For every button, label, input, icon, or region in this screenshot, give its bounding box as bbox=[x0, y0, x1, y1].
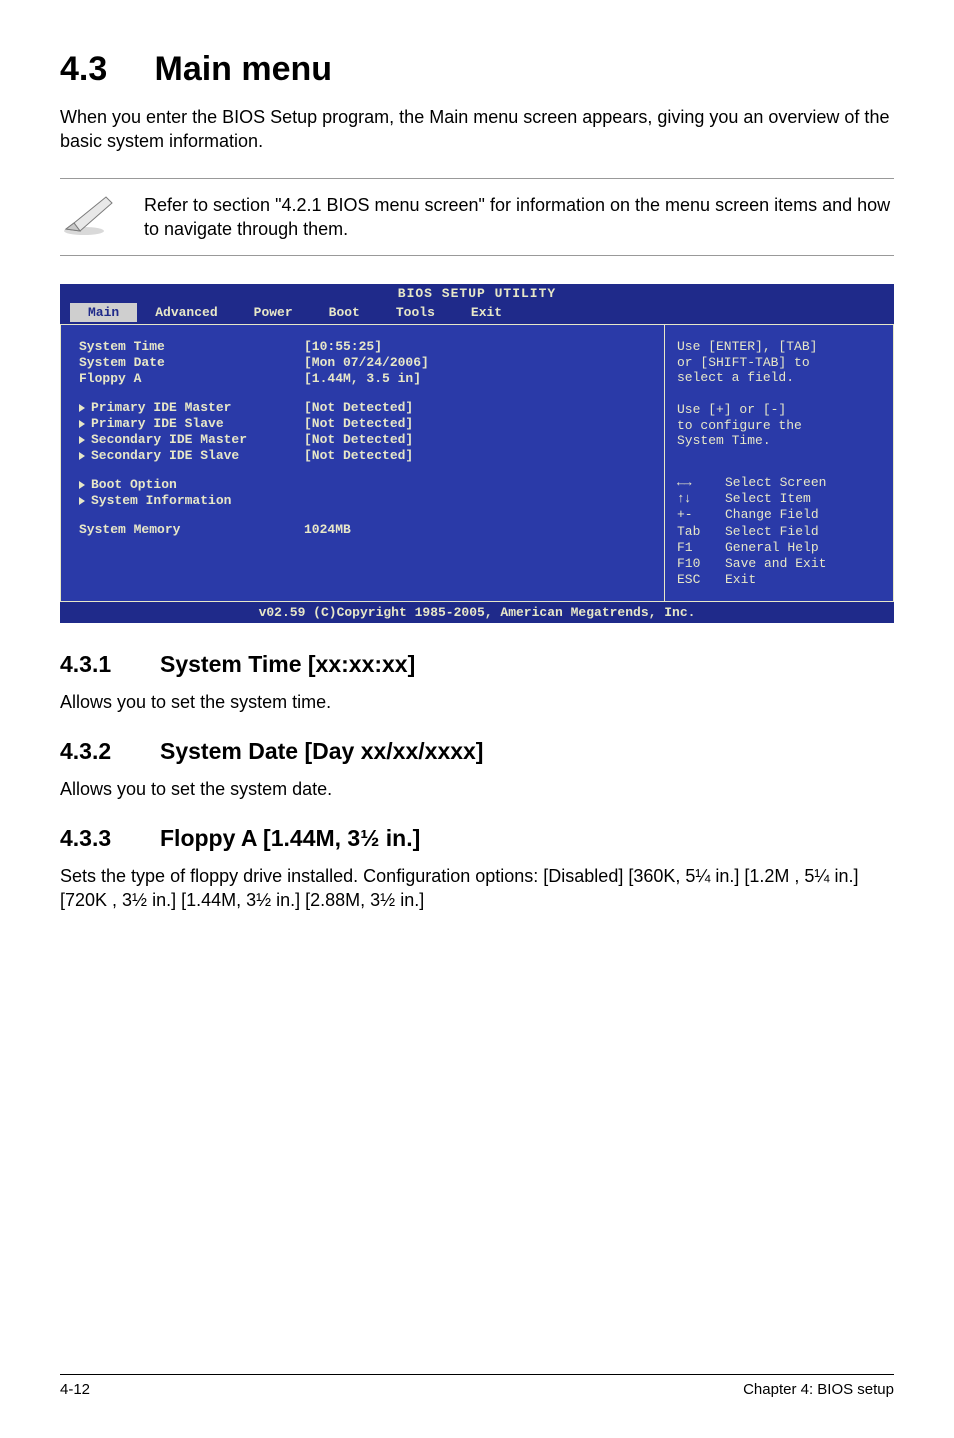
section-title-text: Main menu bbox=[155, 50, 333, 88]
label-sim: Secondary IDE Master bbox=[91, 432, 247, 447]
arrow-left-right-icon: ←→ bbox=[677, 475, 719, 491]
label-system-time: System Time bbox=[79, 339, 304, 354]
subsection-433-heading: 4.3.3 Floppy A [1.44M, 3½ in.] bbox=[60, 825, 894, 852]
row-secondary-ide-master[interactable]: Secondary IDE Master [Not Detected] bbox=[79, 432, 650, 447]
menu-advanced[interactable]: Advanced bbox=[137, 303, 235, 322]
arrow-up-down-icon: ↑↓ bbox=[677, 491, 719, 507]
note-text: Refer to section "4.2.1 BIOS menu screen… bbox=[144, 193, 894, 242]
label-boot-option: Boot Option bbox=[91, 477, 177, 492]
subsection-431-heading: 4.3.1 System Time [xx:xx:xx] bbox=[60, 651, 894, 678]
label-system-memory: System Memory bbox=[79, 522, 304, 537]
label-system-info: System Information bbox=[91, 493, 231, 508]
help-line: Use [ENTER], [TAB] bbox=[677, 339, 881, 355]
value-floppy-a: [1.44M, 3.5 in] bbox=[304, 371, 421, 386]
nav-f1-key: F1 bbox=[677, 540, 719, 556]
page-number: 4-12 bbox=[60, 1381, 90, 1398]
value-pis: [Not Detected] bbox=[304, 416, 413, 431]
help-line: System Time. bbox=[677, 433, 881, 449]
value-sim: [Not Detected] bbox=[304, 432, 413, 447]
menu-boot[interactable]: Boot bbox=[311, 303, 378, 322]
chevron-right-icon bbox=[79, 436, 85, 444]
intro-paragraph: When you enter the BIOS Setup program, t… bbox=[60, 105, 894, 154]
bios-help-pane: Use [ENTER], [TAB] or [SHIFT-TAB] to sel… bbox=[664, 324, 894, 601]
value-system-date: [Mon 07/24/2006] bbox=[304, 355, 429, 370]
help-block-2: Use [+] or [-] to configure the System T… bbox=[677, 402, 881, 449]
bios-left-pane: System Time [10:55:25] System Date [Mon … bbox=[60, 324, 664, 601]
help-nav: ←→ Select Screen ↑↓ Select Item +- Change F… bbox=[677, 475, 881, 589]
chevron-right-icon bbox=[79, 404, 85, 412]
subsection-431-number: 4.3.1 bbox=[60, 651, 160, 678]
subsection-433-title: Floppy A [1.44M, 3½ in.] bbox=[160, 825, 420, 852]
subsection-432-heading: 4.3.2 System Date [Day xx/xx/xxxx] bbox=[60, 738, 894, 765]
subsection-433-body: Sets the type of floppy drive installed.… bbox=[60, 864, 894, 913]
nav-f10-key: F10 bbox=[677, 556, 719, 572]
nav-tab-key: Tab bbox=[677, 524, 719, 540]
bios-screen: BIOS SETUP UTILITY Main Advanced Power B… bbox=[60, 284, 894, 622]
value-system-memory: 1024MB bbox=[304, 522, 351, 537]
label-sis: Secondary IDE Slave bbox=[91, 448, 239, 463]
bios-group-ide: Primary IDE Master [Not Detected] Primar… bbox=[79, 400, 650, 463]
chevron-right-icon bbox=[79, 420, 85, 428]
subsection-433-number: 4.3.3 bbox=[60, 825, 160, 852]
nav-tab-label: Select Field bbox=[725, 524, 819, 540]
subsection-431-title: System Time [xx:xx:xx] bbox=[160, 651, 415, 678]
value-system-time: [10:55:25] bbox=[304, 339, 382, 354]
subsection-432-title: System Date [Day xx/xx/xxxx] bbox=[160, 738, 483, 765]
row-primary-ide-master[interactable]: Primary IDE Master [Not Detected] bbox=[79, 400, 650, 415]
row-secondary-ide-slave[interactable]: Secondary IDE Slave [Not Detected] bbox=[79, 448, 650, 463]
help-block-1: Use [ENTER], [TAB] or [SHIFT-TAB] to sel… bbox=[677, 339, 881, 386]
help-line: Use [+] or [-] bbox=[677, 402, 881, 418]
help-line: or [SHIFT-TAB] to bbox=[677, 355, 881, 371]
label-floppy-a: Floppy A bbox=[79, 371, 304, 386]
nav-pm-label: Change Field bbox=[725, 507, 819, 523]
subsection-432-number: 4.3.2 bbox=[60, 738, 160, 765]
menu-tools[interactable]: Tools bbox=[378, 303, 453, 322]
bios-body: System Time [10:55:25] System Date [Mon … bbox=[60, 324, 894, 601]
menu-power[interactable]: Power bbox=[236, 303, 311, 322]
subsection-431-body: Allows you to set the system time. bbox=[60, 690, 894, 714]
label-system-date: System Date bbox=[79, 355, 304, 370]
section-heading: 4.3 Main menu bbox=[60, 50, 894, 89]
nav-f1-label: General Help bbox=[725, 540, 819, 556]
nav-f10-label: Save and Exit bbox=[725, 556, 826, 572]
section-number: 4.3 bbox=[60, 50, 107, 88]
nav-esc-key: ESC bbox=[677, 572, 719, 588]
row-system-information[interactable]: System Information bbox=[79, 493, 650, 508]
row-boot-option[interactable]: Boot Option bbox=[79, 477, 650, 492]
nav-lr-label: Select Screen bbox=[725, 475, 826, 491]
page-footer: 4-12 Chapter 4: BIOS setup bbox=[60, 1374, 894, 1398]
row-primary-ide-slave[interactable]: Primary IDE Slave [Not Detected] bbox=[79, 416, 650, 431]
subsection-432-body: Allows you to set the system date. bbox=[60, 777, 894, 801]
row-system-time[interactable]: System Time [10:55:25] bbox=[79, 339, 650, 354]
note-callout: Refer to section "4.2.1 BIOS menu screen… bbox=[60, 178, 894, 257]
nav-esc-label: Exit bbox=[725, 572, 756, 588]
menu-exit[interactable]: Exit bbox=[453, 303, 520, 322]
nav-pm-key: +- bbox=[677, 507, 719, 523]
nav-ud-label: Select Item bbox=[725, 491, 811, 507]
menu-main[interactable]: Main bbox=[70, 303, 137, 322]
bios-titlebar: BIOS SETUP UTILITY bbox=[60, 284, 894, 303]
bios-group-sub: Boot Option System Information bbox=[79, 477, 650, 508]
help-line: to configure the bbox=[677, 418, 881, 434]
pencil-icon bbox=[60, 193, 116, 237]
bios-group-top: System Time [10:55:25] System Date [Mon … bbox=[79, 339, 650, 386]
row-floppy-a[interactable]: Floppy A [1.44M, 3.5 in] bbox=[79, 371, 650, 386]
help-line: select a field. bbox=[677, 370, 881, 386]
chevron-right-icon bbox=[79, 497, 85, 505]
value-sis: [Not Detected] bbox=[304, 448, 413, 463]
chevron-right-icon bbox=[79, 452, 85, 460]
row-system-memory: System Memory 1024MB bbox=[79, 522, 650, 537]
value-pim: [Not Detected] bbox=[304, 400, 413, 415]
bios-menubar: Main Advanced Power Boot Tools Exit bbox=[60, 303, 894, 324]
row-system-date[interactable]: System Date [Mon 07/24/2006] bbox=[79, 355, 650, 370]
chevron-right-icon bbox=[79, 481, 85, 489]
chapter-label: Chapter 4: BIOS setup bbox=[743, 1381, 894, 1398]
bios-footer: v02.59 (C)Copyright 1985-2005, American … bbox=[60, 602, 894, 623]
label-pim: Primary IDE Master bbox=[91, 400, 231, 415]
label-pis: Primary IDE Slave bbox=[91, 416, 224, 431]
